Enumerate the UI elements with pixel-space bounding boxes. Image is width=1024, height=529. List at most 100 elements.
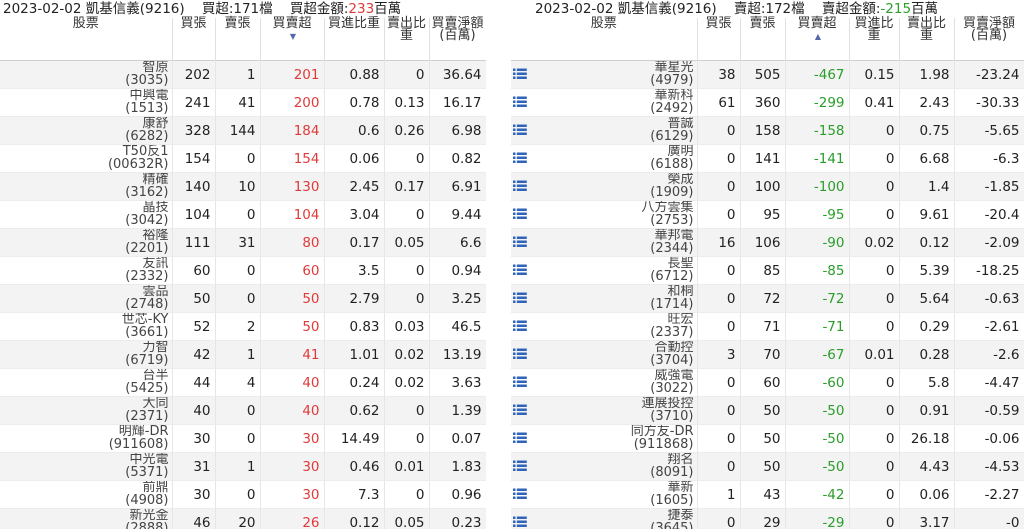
- list-icon[interactable]: [513, 68, 527, 80]
- table-row[interactable]: 華邦電 (2344) 16 106 -90 0.02 0.12 -2.09: [511, 228, 1024, 257]
- stock-cell[interactable]: 中興電 (1513): [0, 88, 173, 117]
- col-header-net[interactable]: 買賣超 ▲: [785, 17, 850, 61]
- table-row[interactable]: 捷泰 (3645) 0 29 -29 0 3.17 -0: [511, 508, 1024, 529]
- table-row[interactable]: 精確 (3162) 140 10 130 2.45 0.17 6.91: [0, 172, 486, 201]
- table-row[interactable]: 華新科 (2492) 61 360 -299 0.41 2.43 -30.33: [511, 88, 1024, 117]
- list-icon[interactable]: [513, 488, 527, 500]
- table-row[interactable]: 翔名 (8091) 0 50 -50 0 4.43 -4.53: [511, 452, 1024, 481]
- stock-cell[interactable]: 旺宏 (2337): [511, 312, 698, 341]
- table-row[interactable]: 中光電 (5371) 31 1 30 0.46 0.01 1.83: [0, 452, 486, 481]
- col-header-sell-ratio[interactable]: 賣出比重: [899, 17, 955, 61]
- stock-cell[interactable]: 晶技 (3042): [0, 200, 173, 229]
- stock-cell[interactable]: 新光金 (2888): [0, 508, 173, 529]
- stock-cell[interactable]: T50反1 (00632R): [0, 144, 173, 173]
- table-row[interactable]: 八方雲集 (2753) 0 95 -95 0 9.61 -20.4: [511, 200, 1024, 229]
- stock-cell[interactable]: 智原 (3035): [0, 60, 173, 89]
- list-icon[interactable]: [513, 236, 527, 248]
- list-icon[interactable]: [513, 96, 527, 108]
- stock-cell[interactable]: 華星光 (4979): [511, 60, 698, 89]
- table-row[interactable]: 世芯-KY (3661) 52 2 50 0.83 0.03 46.5: [0, 312, 486, 341]
- list-icon[interactable]: [513, 264, 527, 276]
- table-row[interactable]: 力智 (6719) 42 1 41 1.01 0.02 13.19: [0, 340, 486, 369]
- list-icon[interactable]: [513, 460, 527, 472]
- stock-cell[interactable]: 普誠 (6129): [511, 116, 698, 145]
- col-header-sell-ratio[interactable]: 賣出比重: [384, 17, 430, 61]
- stock-cell[interactable]: 友訊 (2332): [0, 256, 173, 285]
- table-row[interactable]: 連展投控 (3710) 0 50 -50 0 0.91 -0.59: [511, 396, 1024, 425]
- stock-cell[interactable]: 長聖 (6712): [511, 256, 698, 285]
- stock-cell[interactable]: 世芯-KY (3661): [0, 312, 173, 341]
- table-row[interactable]: 康舒 (6282) 328 144 184 0.6 0.26 6.98: [0, 116, 486, 145]
- stock-cell[interactable]: 捷泰 (3645): [511, 508, 698, 529]
- table-row[interactable]: 威強電 (3022) 0 60 -60 0 5.8 -4.47: [511, 368, 1024, 397]
- table-row[interactable]: T50反1 (00632R) 154 0 154 0.06 0 0.82: [0, 144, 486, 173]
- table-row[interactable]: 智原 (3035) 202 1 201 0.88 0 36.64: [0, 60, 486, 89]
- stock-cell[interactable]: 精確 (3162): [0, 172, 173, 201]
- list-icon[interactable]: [513, 292, 527, 304]
- stock-cell[interactable]: 裕隆 (2201): [0, 228, 173, 257]
- table-row[interactable]: 裕隆 (2201) 111 31 80 0.17 0.05 6.6: [0, 228, 486, 257]
- col-header-sell[interactable]: 賣張: [740, 17, 786, 61]
- stock-cell[interactable]: 八方雲集 (2753): [511, 200, 698, 229]
- col-header-buy[interactable]: 買張: [697, 17, 741, 61]
- stock-cell[interactable]: 翔名 (8091): [511, 452, 698, 481]
- table-row[interactable]: 同方友-DR (911868) 0 50 -50 0 26.18 -0.06: [511, 424, 1024, 453]
- table-row[interactable]: 中興電 (1513) 241 41 200 0.78 0.13 16.17: [0, 88, 486, 117]
- stock-cell[interactable]: 中光電 (5371): [0, 452, 173, 481]
- table-row[interactable]: 明輝-DR (911608) 30 0 30 14.49 0 0.07: [0, 424, 486, 453]
- col-header-net-amount[interactable]: 買賣淨額(百萬): [954, 17, 1024, 61]
- table-row[interactable]: 長聖 (6712) 0 85 -85 0 5.39 -18.25: [511, 256, 1024, 285]
- col-header-sell[interactable]: 賣張: [215, 17, 261, 61]
- stock-cell[interactable]: 雲品 (2748): [0, 284, 173, 313]
- list-icon[interactable]: [513, 320, 527, 332]
- table-row[interactable]: 榮成 (1909) 0 100 -100 0 1.4 -1.85: [511, 172, 1024, 201]
- stock-cell[interactable]: 力智 (6719): [0, 340, 173, 369]
- col-header-buy-ratio[interactable]: 買進比重: [849, 17, 900, 61]
- table-row[interactable]: 華新 (1605) 1 43 -42 0 0.06 -2.27: [511, 480, 1024, 509]
- stock-cell[interactable]: 台半 (5425): [0, 368, 173, 397]
- stock-cell[interactable]: 合勤控 (3704): [511, 340, 698, 369]
- table-row[interactable]: 台半 (5425) 44 4 40 0.24 0.02 3.63: [0, 368, 486, 397]
- table-row[interactable]: 雲品 (2748) 50 0 50 2.79 0 3.25: [0, 284, 486, 313]
- table-row[interactable]: 晶技 (3042) 104 0 104 3.04 0 9.44: [0, 200, 486, 229]
- list-icon[interactable]: [513, 208, 527, 220]
- col-header-buy[interactable]: 買張: [172, 17, 216, 61]
- stock-cell[interactable]: 廣明 (6188): [511, 144, 698, 173]
- col-header-net-amount[interactable]: 買賣淨額(百萬): [429, 17, 486, 61]
- list-icon[interactable]: [513, 376, 527, 388]
- col-header-stock[interactable]: 股票: [511, 17, 698, 61]
- table-row[interactable]: 新光金 (2888) 46 20 26 0.12 0.05 0.23: [0, 508, 486, 529]
- stock-cell[interactable]: 華邦電 (2344): [511, 228, 698, 257]
- stock-cell[interactable]: 同方友-DR (911868): [511, 424, 698, 453]
- list-icon[interactable]: [513, 180, 527, 192]
- sell-ratio-cell: 0.75: [899, 116, 955, 145]
- list-icon[interactable]: [513, 152, 527, 164]
- list-icon[interactable]: [513, 404, 527, 416]
- stock-cell[interactable]: 明輝-DR (911608): [0, 424, 173, 453]
- list-icon[interactable]: [513, 348, 527, 360]
- stock-cell[interactable]: 華新 (1605): [511, 480, 698, 509]
- stock-cell[interactable]: 華新科 (2492): [511, 88, 698, 117]
- list-icon[interactable]: [513, 516, 527, 528]
- table-row[interactable]: 前鼎 (4908) 30 0 30 7.3 0 0.96: [0, 480, 486, 509]
- stock-cell[interactable]: 榮成 (1909): [511, 172, 698, 201]
- table-row[interactable]: 大同 (2371) 40 0 40 0.62 0 1.39: [0, 396, 486, 425]
- stock-cell[interactable]: 前鼎 (4908): [0, 480, 173, 509]
- stock-cell[interactable]: 康舒 (6282): [0, 116, 173, 145]
- col-header-buy-ratio[interactable]: 買進比重: [324, 17, 385, 61]
- table-row[interactable]: 華星光 (4979) 38 505 -467 0.15 1.98 -23.24: [511, 60, 1024, 89]
- table-row[interactable]: 友訊 (2332) 60 0 60 3.5 0 0.94: [0, 256, 486, 285]
- table-row[interactable]: 廣明 (6188) 0 141 -141 0 6.68 -6.3: [511, 144, 1024, 173]
- stock-cell[interactable]: 大同 (2371): [0, 396, 173, 425]
- list-icon[interactable]: [513, 124, 527, 136]
- col-header-stock[interactable]: 股票: [0, 17, 173, 61]
- table-row[interactable]: 合勤控 (3704) 3 70 -67 0.01 0.28 -2.6: [511, 340, 1024, 369]
- table-row[interactable]: 普誠 (6129) 0 158 -158 0 0.75 -5.65: [511, 116, 1024, 145]
- stock-cell[interactable]: 威強電 (3022): [511, 368, 698, 397]
- stock-cell[interactable]: 和桐 (1714): [511, 284, 698, 313]
- table-row[interactable]: 旺宏 (2337) 0 71 -71 0 0.29 -2.61: [511, 312, 1024, 341]
- list-icon[interactable]: [513, 432, 527, 444]
- table-row[interactable]: 和桐 (1714) 0 72 -72 0 5.64 -0.63: [511, 284, 1024, 313]
- stock-cell[interactable]: 連展投控 (3710): [511, 396, 698, 425]
- col-header-net[interactable]: 買賣超 ▼: [260, 17, 325, 61]
